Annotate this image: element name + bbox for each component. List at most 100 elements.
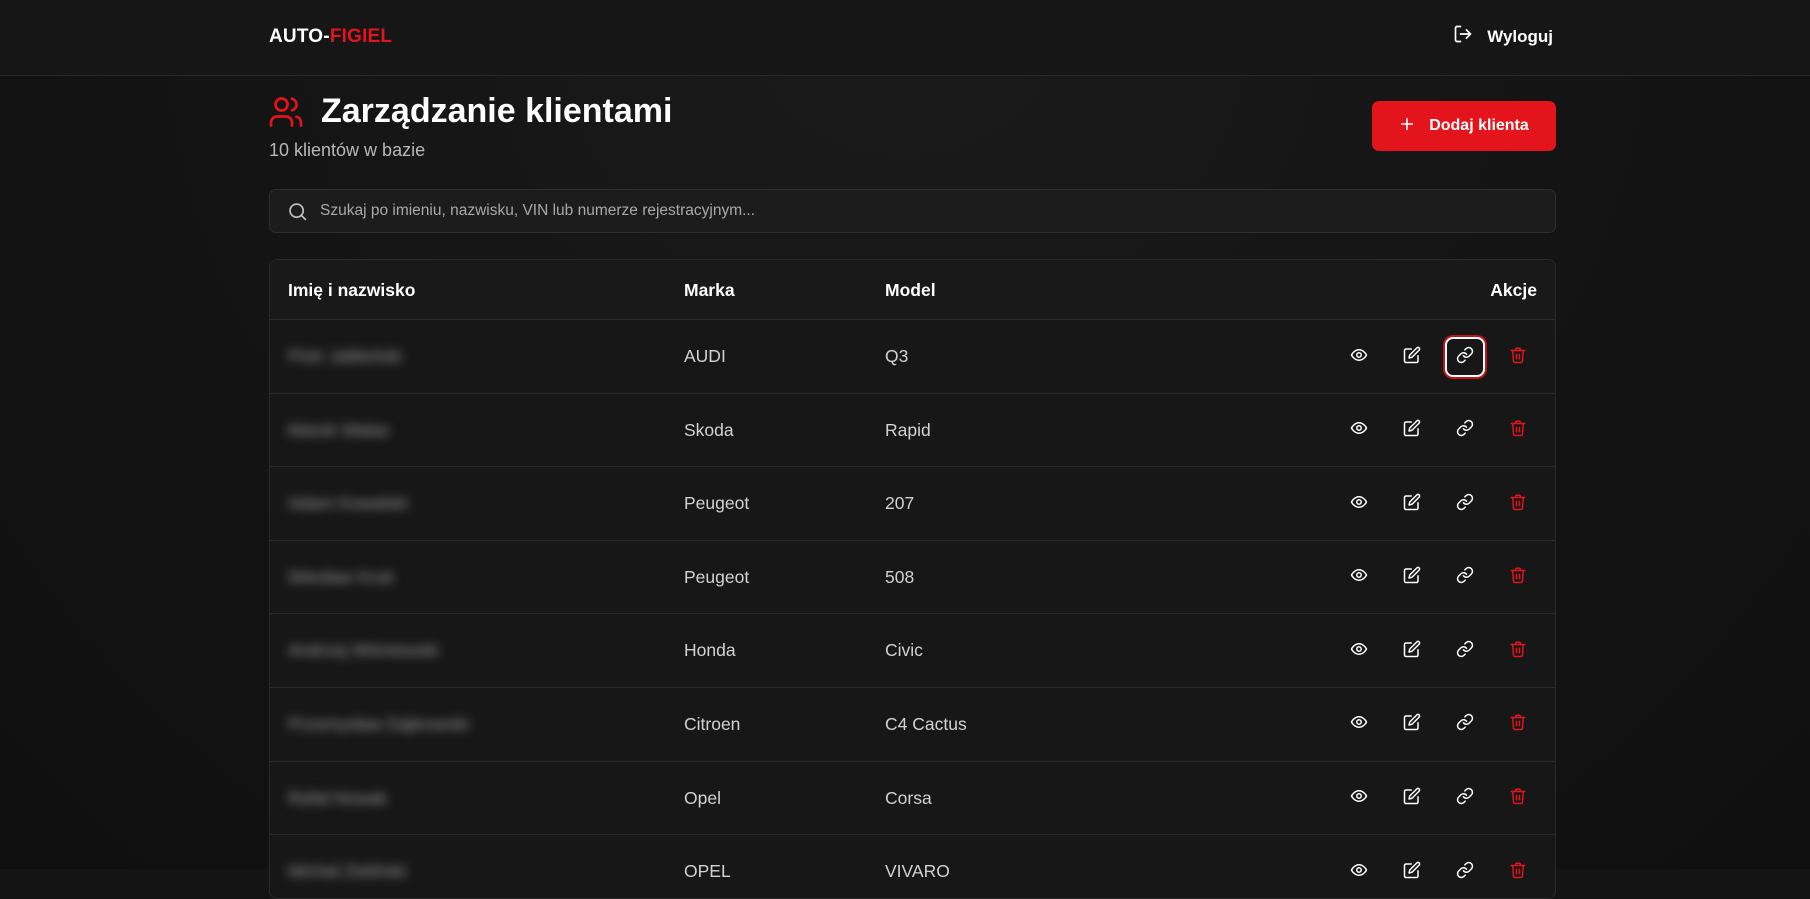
view-client-button[interactable] (1339, 631, 1379, 671)
table-row: Piotr Jabłoński AUDI Q3 (270, 320, 1555, 394)
car-model: C4 Cactus (885, 713, 967, 734)
top-navigation-bar: AUTO-FIGIEL Wyloguj (0, 0, 1810, 76)
trash-icon (1509, 861, 1527, 884)
car-model: Rapid (885, 419, 931, 440)
column-header-name: Imię i nazwisko (288, 280, 416, 300)
search-bar (269, 189, 1556, 233)
link-icon (1456, 713, 1474, 736)
copy-link-button[interactable] (1445, 852, 1485, 892)
pencil-square-icon (1403, 640, 1421, 663)
logo-part-figiel: FIGIEL (329, 26, 393, 47)
table-body: Piotr Jabłoński AUDI Q3 Marek Walas Skod… (270, 320, 1555, 898)
edit-client-button[interactable] (1392, 337, 1432, 377)
copy-link-button[interactable] (1445, 411, 1485, 451)
client-count: 10 klientów w bazie (269, 140, 426, 160)
link-icon (1456, 787, 1474, 810)
delete-client-button[interactable] (1498, 558, 1538, 598)
client-name: Przemysław Dąbrowski (288, 713, 469, 734)
trash-icon (1509, 493, 1527, 516)
client-name: Rafał Nowak (288, 787, 388, 808)
link-icon (1456, 493, 1474, 516)
view-client-button[interactable] (1339, 779, 1379, 819)
copy-link-button[interactable] (1445, 558, 1485, 598)
edit-client-button[interactable] (1392, 558, 1432, 598)
eye-icon (1350, 861, 1368, 884)
delete-client-button[interactable] (1498, 411, 1538, 451)
pencil-square-icon (1403, 493, 1421, 516)
car-brand: Citroen (684, 713, 741, 734)
car-model: Civic (885, 640, 923, 661)
eye-icon (1350, 713, 1368, 736)
clients-table: Imię i nazwisko Marka Model Akcje Piotr … (269, 259, 1556, 899)
add-client-button[interactable]: Dodaj klienta (1372, 101, 1556, 151)
plus-icon (1399, 116, 1415, 137)
car-model: Corsa (885, 787, 932, 808)
pencil-square-icon (1403, 787, 1421, 810)
car-model: 207 (885, 493, 915, 514)
car-brand: Opel (684, 787, 721, 808)
app-logo[interactable]: AUTO-FIGIEL (269, 26, 392, 48)
table-row: Adam Kowalski Peugeot 207 (270, 467, 1555, 541)
view-client-button[interactable] (1339, 484, 1379, 524)
edit-client-button[interactable] (1392, 631, 1432, 671)
view-client-button[interactable] (1339, 852, 1379, 892)
eye-icon (1350, 419, 1368, 442)
delete-client-button[interactable] (1498, 631, 1538, 671)
edit-client-button[interactable] (1392, 484, 1432, 524)
logout-icon (1453, 24, 1473, 49)
client-name: Andrzej Wiśniewski (288, 640, 439, 661)
table-row: Marek Walas Skoda Rapid (270, 394, 1555, 468)
pencil-square-icon (1403, 713, 1421, 736)
table-row: Michał Zieliński OPEL VIVARO (270, 835, 1555, 898)
logout-label: Wyloguj (1487, 26, 1553, 46)
copy-link-button[interactable] (1445, 631, 1485, 671)
car-brand: AUDI (684, 346, 726, 366)
pencil-square-icon (1403, 566, 1421, 589)
client-name: Wiesław Kruk (288, 566, 394, 587)
add-client-label: Dodaj klienta (1429, 117, 1529, 134)
logo-part-auto: AUTO- (269, 26, 330, 47)
users-icon (268, 94, 304, 130)
car-brand: OPEL (684, 861, 731, 882)
edit-client-button[interactable] (1392, 852, 1432, 892)
pencil-square-icon (1403, 346, 1421, 369)
page-title: Zarządzanie klientami (321, 92, 673, 130)
edit-client-button[interactable] (1392, 705, 1432, 745)
column-header-model: Model (885, 280, 936, 300)
table-header: Imię i nazwisko Marka Model Akcje (270, 260, 1555, 320)
table-row: Andrzej Wiśniewski Honda Civic (270, 614, 1555, 688)
trash-icon (1509, 346, 1527, 369)
edit-client-button[interactable] (1392, 411, 1432, 451)
delete-client-button[interactable] (1498, 484, 1538, 524)
view-client-button[interactable] (1339, 705, 1379, 745)
view-client-button[interactable] (1339, 411, 1379, 451)
eye-icon (1350, 346, 1368, 369)
delete-client-button[interactable] (1498, 852, 1538, 892)
view-client-button[interactable] (1339, 558, 1379, 598)
copy-link-button[interactable] (1445, 705, 1485, 745)
link-icon (1456, 566, 1474, 589)
trash-icon (1509, 640, 1527, 663)
car-brand: Peugeot (684, 493, 750, 514)
delete-client-button[interactable] (1498, 779, 1538, 819)
eye-icon (1350, 787, 1368, 810)
copy-link-button[interactable] (1445, 484, 1485, 524)
edit-client-button[interactable] (1392, 779, 1432, 819)
car-model: Q3 (885, 346, 909, 366)
link-icon (1456, 346, 1474, 369)
copy-link-button[interactable] (1445, 337, 1485, 377)
copy-link-button[interactable] (1445, 779, 1485, 819)
delete-client-button[interactable] (1498, 705, 1538, 745)
column-header-brand: Marka (684, 280, 735, 300)
logout-button[interactable]: Wyloguj (1453, 24, 1553, 49)
pencil-square-icon (1403, 419, 1421, 442)
column-header-actions: Akcje (1490, 280, 1537, 300)
view-client-button[interactable] (1339, 337, 1379, 377)
trash-icon (1509, 787, 1527, 810)
car-model: VIVARO (885, 861, 950, 882)
search-input[interactable] (320, 190, 1540, 232)
table-row: Przemysław Dąbrowski Citroen C4 Cactus (270, 688, 1555, 762)
car-brand: Skoda (684, 419, 734, 440)
delete-client-button[interactable] (1498, 337, 1538, 377)
table-row: Rafał Nowak Opel Corsa (270, 762, 1555, 836)
